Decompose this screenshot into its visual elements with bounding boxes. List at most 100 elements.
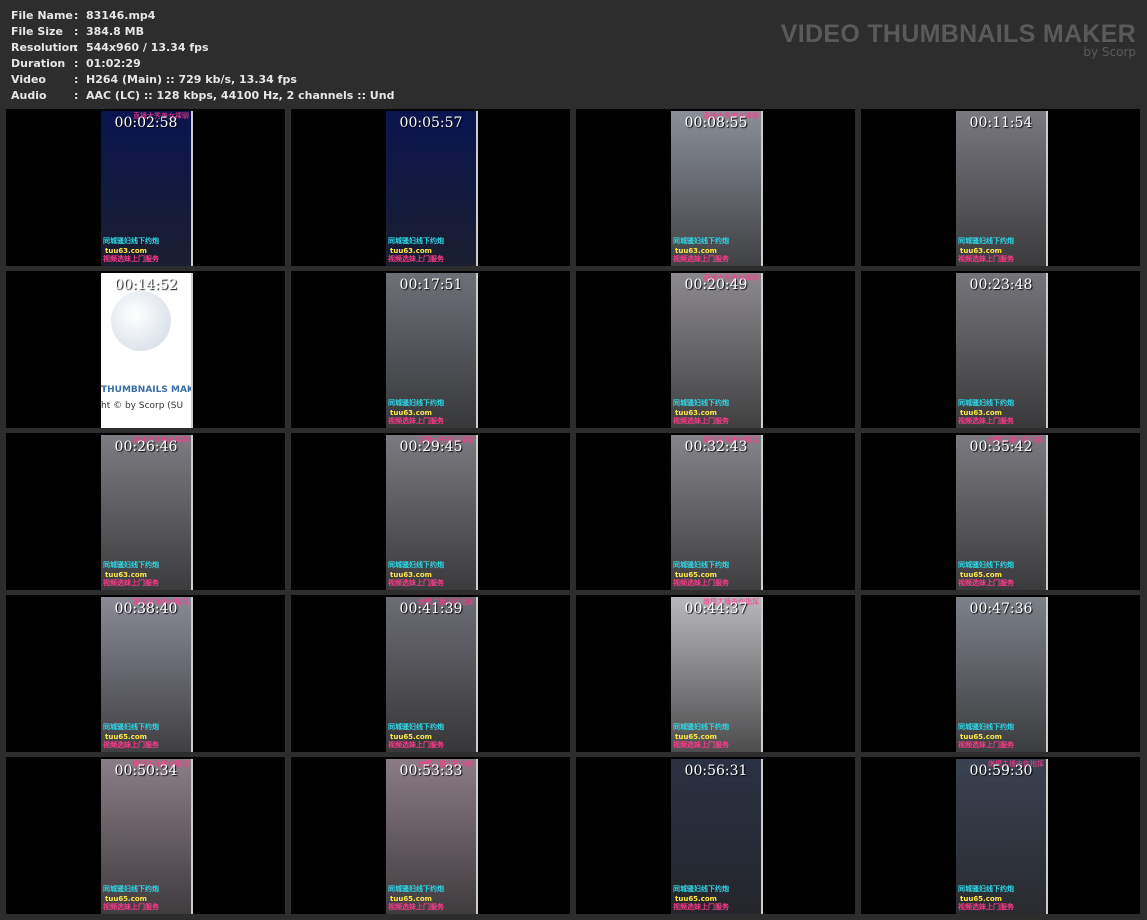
frame-caption-3: 视频选妹上门服务 (958, 579, 1014, 587)
thumbnail-frame: 嫩模主播由你指挥 同城骚妇线下约炮 tuu65.com 视频选妹上门服务 00:5… (956, 759, 1048, 914)
info-row: Resolution:544x960 / 13.34 fps (11, 40, 394, 56)
thumbnail[interactable]: 同城骚妇线下约炮 tuu63.com 视频选妹上门服务 00:23:48 (861, 271, 1140, 428)
timestamp: 00:11:54 (969, 115, 1033, 131)
thumbnail-frame: 直播大秀美女裸聊 同城骚妇线下约炮 tuu63.com 视频选妹上门服务 00:2… (671, 273, 763, 428)
frame-caption-1: 同城骚妇线下约炮 (103, 237, 159, 245)
thumbnail-frame: THUMBNAILS MAKER ht © by Scorp (SU 00:14:5… (101, 273, 193, 428)
logo-frame: THUMBNAILS MAKER ht © by Scorp (SU (101, 273, 191, 428)
info-key: File Size (11, 25, 63, 38)
frame-caption-1: 同城骚妇线下约炮 (103, 561, 159, 569)
timestamp: 00:41:39 (399, 601, 463, 617)
owl-logo-icon (111, 291, 171, 351)
frame-caption-1: 同城骚妇线下约炮 (673, 723, 729, 731)
thumbnail[interactable]: 同城骚妇线下约炮 tuu65.com 视频选妹上门服务 00:47:36 (861, 595, 1140, 752)
timestamp: 00:29:45 (399, 439, 463, 455)
brand-logo: VIDEO THUMBNAILS MAKER by Scorp (781, 20, 1136, 59)
thumbnail[interactable]: 嫩模主播由你指挥 同城骚妇线下约炮 tuu65.com 视频选妹上门服务 00:3… (861, 433, 1140, 590)
thumbnail[interactable]: 同城骚妇线下约炮 tuu63.com 视频选妹上门服务 00:11:54 (861, 109, 1140, 266)
thumbnail-grid: 直播大秀美女裸聊 同城骚妇线下约炮 tuu63.com 视频选妹上门服务 00:0… (6, 109, 1140, 914)
frame-caption-3: 视频选妹上门服务 (103, 903, 159, 911)
thumbnail[interactable]: 嫩模主播由你指挥 同城骚妇线下约炮 tuu65.com 视频选妹上门服务 00:5… (861, 757, 1140, 914)
timestamp: 00:47:36 (969, 601, 1033, 617)
frame-caption-1: 同城骚妇线下约炮 (673, 399, 729, 407)
timestamp: 00:08:55 (684, 115, 748, 131)
thumbnail[interactable]: 直播大秀美女裸聊 同城骚妇线下约炮 tuu63.com 视频选妹上门服务 00:2… (576, 271, 855, 428)
thumbnail[interactable]: 嫩模主播由你指挥 同城骚妇线下约炮 tuu65.com 视频选妹上门服务 00:3… (6, 595, 285, 752)
thumbnail-frame: 同城骚妇线下约炮 tuu65.com 视频选妹上门服务 00:56:31 (671, 759, 763, 914)
thumbnail-frame: 嫩模主播由你指挥 同城骚妇线下约炮 tuu65.com 视频选妹上门服务 00:5… (386, 759, 478, 914)
thumbnail[interactable]: 同城骚妇线下约炮 tuu63.com 视频选妹上门服务 00:17:51 (291, 271, 570, 428)
frame-caption-1: 同城骚妇线下约炮 (958, 237, 1014, 245)
info-colon: : (74, 73, 79, 86)
thumbnail-frame: 嫩模主播由你指挥 同城骚妇线下约炮 tuu65.com 视频选妹上门服务 00:5… (101, 759, 193, 914)
thumbnail-frame: 嫩模主播由你指挥 同城骚妇线下约炮 tuu65.com 视频选妹上门服务 00:4… (386, 597, 478, 752)
frame-caption-1: 同城骚妇线下约炮 (103, 723, 159, 731)
thumbnail[interactable]: 嫩模主播由你指挥 同城骚妇线下约炮 tuu65.com 视频选妹上门服务 00:5… (6, 757, 285, 914)
info-key: Duration (11, 57, 66, 70)
logo-copyright: ht © by Scorp (SU (101, 401, 184, 411)
info-colon: : (74, 41, 79, 54)
info-row: File Size:384.8 MB (11, 24, 394, 40)
logo-text: THUMBNAILS MAKER (101, 385, 191, 395)
thumbnail[interactable]: 直播大秀美女裸聊 同城骚妇线下约炮 tuu63.com 视频选妹上门服务 00:0… (6, 109, 285, 266)
thumbnail-frame: 同城骚妇线下约炮 tuu63.com 视频选妹上门服务 00:17:51 (386, 273, 478, 428)
file-info: File Name:83146.mp4 File Size:384.8 MB Res… (11, 8, 394, 104)
frame-caption-1: 同城骚妇线下约炮 (673, 237, 729, 245)
thumbnail[interactable]: 直播大秀美女裸聊 同城骚妇线下约炮 tuu63.com 视频选妹上门服务 00:0… (576, 109, 855, 266)
thumbnail[interactable]: 嫩模主播由你指挥 同城骚妇线下约炮 tuu65.com 视频选妹上门服务 00:3… (576, 433, 855, 590)
timestamp: 00:05:57 (399, 115, 463, 131)
thumbnail[interactable]: 同城骚妇线下约炮 tuu63.com 视频选妹上门服务 00:05:57 (291, 109, 570, 266)
thumbnail-frame: 同城骚妇线下约炮 tuu63.com 视频选妹上门服务 00:11:54 (956, 111, 1048, 266)
info-colon: : (74, 25, 79, 38)
frame-caption-1: 同城骚妇线下约炮 (673, 561, 729, 569)
timestamp: 00:50:34 (114, 763, 178, 779)
frame-caption-1: 同城骚妇线下约炮 (958, 399, 1014, 407)
frame-caption-1: 同城骚妇线下约炮 (958, 885, 1014, 893)
frame-caption-1: 同城骚妇线下约炮 (958, 561, 1014, 569)
thumbnail[interactable]: 嫩模主播由你指挥 同城骚妇线下约炮 tuu65.com 视频选妹上门服务 00:4… (291, 595, 570, 752)
thumbnail[interactable]: 嫩模主播由你指挥 同城骚妇线下约炮 tuu65.com 视频选妹上门服务 00:5… (291, 757, 570, 914)
info-value: 83146.mp4 (86, 9, 156, 22)
frame-caption-3: 视频选妹上门服务 (673, 903, 729, 911)
info-key: Video (11, 73, 46, 86)
info-row: Video: H264 (Main) :: 729 kb/s, 13.34 fps (11, 72, 394, 88)
info-value: 544x960 / 13.34 fps (86, 41, 209, 54)
timestamp: 00:53:33 (399, 763, 463, 779)
thumbnail-frame: 嫩模主播由你指挥 同城骚妇线下约炮 tuu65.com 视频选妹上门服务 00:3… (101, 597, 193, 752)
thumbnail[interactable]: 同城骚妇线下约炮 tuu65.com 视频选妹上门服务 00:56:31 (576, 757, 855, 914)
frame-caption-1: 同城骚妇线下约炮 (103, 885, 159, 893)
info-key: File Name (11, 9, 73, 22)
frame-caption-3: 视频选妹上门服务 (103, 579, 159, 587)
frame-caption-1: 同城骚妇线下约炮 (958, 723, 1014, 731)
thumbnail-frame: 直播大秀美女裸聊 同城骚妇线下约炮 tuu63.com 视频选妹上门服务 00:2… (101, 435, 193, 590)
frame-caption-3: 视频选妹上门服务 (673, 417, 729, 425)
frame-caption-1: 同城骚妇线下约炮 (388, 399, 444, 407)
thumbnail-frame: 同城骚妇线下约炮 tuu65.com 视频选妹上门服务 00:47:36 (956, 597, 1048, 752)
frame-caption-3: 视频选妹上门服务 (958, 417, 1014, 425)
thumbnail[interactable]: 嫩模主播由你指挥 同城骚妇线下约炮 tuu65.com 视频选妹上门服务 00:4… (576, 595, 855, 752)
thumbnail[interactable]: 直播大秀美女裸聊 同城骚妇线下约炮 tuu63.com 视频选妹上门服务 00:2… (291, 433, 570, 590)
info-colon: : (74, 89, 79, 102)
timestamp: 00:38:40 (114, 601, 178, 617)
thumbnail[interactable]: THUMBNAILS MAKER ht © by Scorp (SU 00:14:5… (6, 271, 285, 428)
thumbnail-frame: 直播大秀美女裸聊 同城骚妇线下约炮 tuu63.com 视频选妹上门服务 00:2… (386, 435, 478, 590)
frame-caption-3: 视频选妹上门服务 (388, 255, 444, 263)
thumbnail-frame: 直播大秀美女裸聊 同城骚妇线下约炮 tuu63.com 视频选妹上门服务 00:0… (101, 111, 193, 266)
info-row: File Name:83146.mp4 (11, 8, 394, 24)
frame-caption-1: 同城骚妇线下约炮 (388, 237, 444, 245)
timestamp: 00:32:43 (684, 439, 748, 455)
frame-caption-3: 视频选妹上门服务 (673, 741, 729, 749)
thumbnail-frame: 嫩模主播由你指挥 同城骚妇线下约炮 tuu65.com 视频选妹上门服务 00:3… (956, 435, 1048, 590)
frame-caption-3: 视频选妹上门服务 (103, 741, 159, 749)
frame-caption-1: 同城骚妇线下约炮 (388, 723, 444, 731)
timestamp: 00:26:46 (114, 439, 178, 455)
frame-caption-3: 视频选妹上门服务 (673, 255, 729, 263)
info-colon: : (74, 57, 79, 70)
frame-caption-3: 视频选妹上门服务 (388, 579, 444, 587)
timestamp: 00:35:42 (969, 439, 1033, 455)
frame-caption-3: 视频选妹上门服务 (958, 903, 1014, 911)
timestamp: 00:17:51 (399, 277, 463, 293)
frame-caption-3: 视频选妹上门服务 (958, 741, 1014, 749)
thumbnail[interactable]: 直播大秀美女裸聊 同城骚妇线下约炮 tuu63.com 视频选妹上门服务 00:2… (6, 433, 285, 590)
info-value: 01:02:29 (86, 57, 141, 70)
